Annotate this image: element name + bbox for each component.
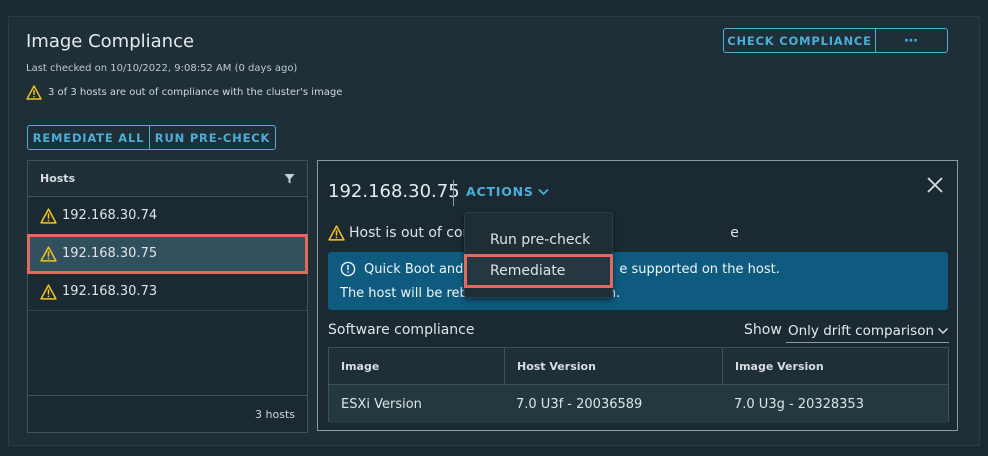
warning-icon xyxy=(40,283,57,300)
software-compliance-table: Image Host Version Image Version ESXi Ve… xyxy=(328,347,949,423)
menu-item-remediate[interactable]: Remediate xyxy=(464,254,613,288)
warning-icon xyxy=(40,207,57,224)
warning-icon xyxy=(26,85,42,100)
host-name: 192.168.30.74 xyxy=(62,208,158,223)
info-line-1-end: e supported on the host. xyxy=(619,261,780,277)
column-header-image-version[interactable]: Image Version xyxy=(722,348,948,384)
hosts-footer: 3 hosts xyxy=(28,395,307,432)
hosts-column-label: Hosts xyxy=(40,172,76,185)
compliance-warning: 3 of 3 hosts are out of compliance with … xyxy=(26,85,342,100)
filter-icon[interactable] xyxy=(284,173,295,184)
host-detail-panel: 192.168.30.75 ACTIONS Host is out of com… xyxy=(317,160,958,431)
software-compliance-title: Software compliance xyxy=(328,322,475,338)
show-label: Show xyxy=(744,322,782,338)
info-circle-icon xyxy=(340,261,356,277)
header-button-group: CHECK COMPLIANCE ⋯ xyxy=(723,28,948,53)
out-of-compliance-text-start: Host is out of com xyxy=(349,225,477,241)
table-cell: 7.0 U3g - 20328353 xyxy=(734,396,864,412)
actions-dropdown-button[interactable]: ACTIONS xyxy=(466,184,549,199)
last-checked-text: Last checked on 10/10/2022, 9:08:52 AM (… xyxy=(26,63,298,74)
actions-label: ACTIONS xyxy=(466,184,534,199)
check-compliance-button[interactable]: CHECK COMPLIANCE xyxy=(724,29,875,52)
hosts-grid: Hosts 192.168.30.74 192.168.30.75 192.16… xyxy=(27,160,308,433)
compliance-message: 3 of 3 hosts are out of compliance with … xyxy=(48,87,343,98)
chevron-down-icon xyxy=(538,188,549,195)
host-name: 192.168.30.75 xyxy=(62,246,158,261)
host-name: 192.168.30.73 xyxy=(62,284,158,299)
warning-icon xyxy=(40,245,57,262)
host-row-selected[interactable]: 192.168.30.75 xyxy=(27,234,308,274)
host-detail-title: 192.168.30.75 xyxy=(328,181,460,202)
title-divider xyxy=(453,180,454,206)
remediate-all-button[interactable]: REMEDIATE ALL xyxy=(28,126,149,149)
show-filter-select[interactable]: Only drift comparison xyxy=(786,319,949,343)
remediate-button-group: REMEDIATE ALL RUN PRE-CHECK xyxy=(27,125,276,150)
info-line-1-start: Quick Boot and xyxy=(364,261,464,277)
page-title: Image Compliance xyxy=(26,31,195,52)
info-line-2-start: The host will be rebo xyxy=(340,286,476,301)
actions-dropdown-menu: Run pre-check Remediate xyxy=(464,212,613,298)
column-header-host-version[interactable]: Host Version xyxy=(504,348,722,384)
host-row[interactable]: 192.168.30.73 xyxy=(28,273,307,311)
out-of-compliance-text-end: e xyxy=(730,225,739,241)
table-cell: ESXi Version xyxy=(341,396,422,412)
run-precheck-button[interactable]: RUN PRE-CHECK xyxy=(149,126,275,149)
table-header-row: Image Host Version Image Version xyxy=(329,348,948,385)
menu-item-run-precheck[interactable]: Run pre-check xyxy=(465,227,612,253)
close-icon[interactable] xyxy=(925,175,945,195)
table-cell: 7.0 U3f - 20036589 xyxy=(516,396,643,412)
column-header-image[interactable]: Image xyxy=(329,348,504,384)
chevron-down-icon xyxy=(937,327,949,334)
hosts-column-header: Hosts xyxy=(28,161,307,197)
host-row[interactable]: 192.168.30.74 xyxy=(28,197,307,235)
table-row: ESXi Version 7.0 U3f - 20036589 7.0 U3g … xyxy=(329,385,948,423)
warning-icon xyxy=(328,225,345,241)
show-filter-value: Only drift comparison xyxy=(788,322,935,339)
more-actions-button[interactable]: ⋯ xyxy=(875,29,947,52)
info-alert: Quick Boot and e supported on the host. … xyxy=(328,252,948,310)
